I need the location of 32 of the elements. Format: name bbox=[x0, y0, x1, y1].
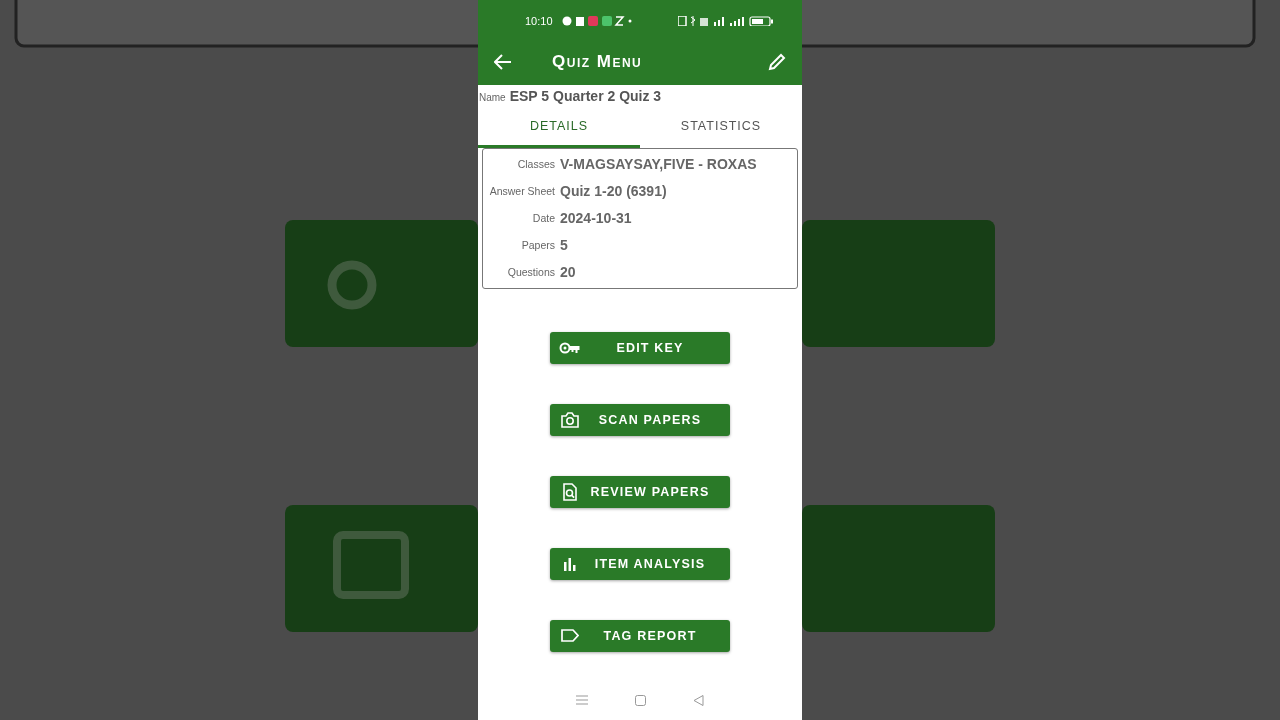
menu-nav-button[interactable] bbox=[576, 695, 589, 705]
detail-value: Quiz 1-20 (6391) bbox=[560, 183, 668, 200]
detail-label: Papers bbox=[520, 238, 555, 251]
app-bar-title: Quiz Menu bbox=[552, 52, 644, 72]
home-nav-button[interactable] bbox=[635, 694, 646, 706]
detail-label: Date bbox=[531, 212, 555, 224]
detail-value: 20 bbox=[560, 263, 577, 280]
quiz-name: ESP 5 Quarter 2 Quiz 3 bbox=[509, 88, 662, 104]
camera-icon bbox=[561, 412, 579, 428]
bar-chart-icon bbox=[563, 557, 577, 571]
tag-icon bbox=[561, 629, 579, 643]
menu-button[interactable]: REVIEW PAPERS bbox=[550, 476, 730, 508]
back-nav-button[interactable] bbox=[692, 694, 704, 706]
menu-button[interactable]: TAG REPORT bbox=[550, 620, 730, 652]
tab[interactable]: STATISTICS bbox=[640, 107, 802, 148]
status-time: 10:10 bbox=[525, 15, 553, 27]
detail-label: Classes bbox=[516, 158, 555, 171]
menu-button[interactable]: ITEM ANALYSIS bbox=[550, 548, 730, 580]
notification-icons-drawing bbox=[561, 16, 632, 26]
detail-label: Questions bbox=[506, 265, 555, 278]
detail-label: Answer Sheet bbox=[488, 185, 555, 198]
tab[interactable]: DETAILS bbox=[478, 107, 640, 148]
menu-button[interactable]: SCAN PAPERS bbox=[550, 404, 730, 436]
edit-button[interactable] bbox=[768, 53, 786, 71]
back-button[interactable] bbox=[494, 54, 512, 70]
key-icon bbox=[559, 341, 581, 355]
detail-value: 2024-10-31 bbox=[560, 210, 633, 226]
name-label: Name bbox=[479, 92, 506, 103]
detail-value: V-MAGSAYSAY,FIVE - ROXAS bbox=[560, 156, 758, 173]
menu-button[interactable]: EDIT KEY bbox=[550, 332, 730, 364]
detail-value: 5 bbox=[560, 236, 569, 253]
document-search-icon bbox=[563, 483, 577, 501]
